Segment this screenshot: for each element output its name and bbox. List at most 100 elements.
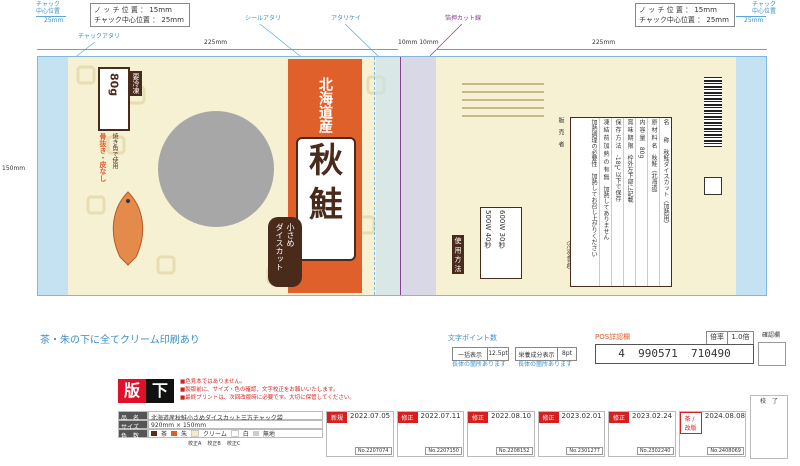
chuck-strip-left — [38, 57, 68, 295]
proof-label: 校正B — [207, 441, 221, 447]
color-swatch — [230, 430, 239, 437]
revision-label: 新規 — [327, 412, 348, 423]
spec-table: 品 名 北海道産秋鮭小さめダイスカット三方チャック袋 サイズ 920mm × 1… — [118, 411, 323, 447]
cook-time-row: 600W 30秒 — [498, 210, 506, 249]
info-table: 名 称 秋鮭ダイスカット（加熱用） 原 材 料 名 秋鮭（北海道） 内 容 量 … — [570, 117, 672, 287]
revision-no: No.2408069 — [707, 447, 744, 455]
revision-label: 修正 — [609, 412, 630, 423]
barcode — [704, 77, 722, 147]
product-name-a: 秋 — [309, 141, 343, 181]
nutrition-pt: 8pt — [562, 350, 572, 357]
sign-box: 校 了 — [750, 395, 788, 459]
revision-row: 新規 2022.07.05 No.2207074 修正 2022.07.11 No.… — [326, 411, 746, 457]
color-swatch — [191, 430, 200, 437]
recycle-mark-icon — [704, 177, 722, 195]
color-name: 朱 — [181, 431, 188, 438]
origin-label: 北海道産 — [317, 77, 333, 133]
cut-style-text: 小さめ ダイスカット — [275, 223, 295, 271]
color-swatch — [151, 431, 157, 436]
proof-label: 校正C — [226, 441, 241, 447]
info-row: 賞 味 期 限 枠外左下部に記載 — [623, 118, 635, 286]
print-note: ■製版前に、サイズ・色の確認、文字校正をお願いいたします。 — [180, 386, 339, 393]
color-name: 白 — [242, 431, 249, 438]
revision-column: 修正 2023.02.24 No.2302240 — [608, 411, 676, 457]
spec-color-label: 色 数 — [118, 429, 148, 440]
dim-225-right: 225mm — [592, 39, 616, 46]
feature-badge: 骨抜き・皮なし — [99, 133, 107, 182]
feature-badge-2: 焼き魚で使用 — [111, 133, 118, 169]
info-row: 凍 結 前 加 熱 の 有 無 加熱してありません — [599, 118, 611, 286]
text-point-box-2: 栄養成分表示 8pt — [515, 347, 577, 361]
spec-name-label: 品 名 — [118, 411, 148, 422]
han-label: 版 — [118, 379, 146, 403]
shita-label: 下 — [146, 379, 174, 403]
print-notes: ■色見本ではありません。 ■製版前に、サイズ・色の確認、文字校正をお願いいたしま… — [180, 379, 355, 403]
color-name: 茶 — [161, 431, 168, 438]
revision-date: 2022.07.11 — [420, 412, 461, 420]
revision-no: No.2301277 — [566, 447, 603, 455]
spec-size-label: サイズ — [118, 420, 148, 431]
cream-note: 茶・朱の下に全てクリーム印刷あり — [40, 335, 200, 346]
han-stamp: 版 下 — [118, 379, 174, 403]
weight-value: 80g — [107, 73, 121, 97]
revision-label: 修正 — [538, 412, 559, 423]
color-list: 茶 朱 クリーム 白 無地 — [148, 429, 323, 438]
side-gusset-left — [376, 57, 400, 295]
revision-column: 新規 2022.07.05 No.2207074 — [326, 411, 394, 457]
revision-no: No.2302240 — [636, 447, 674, 455]
check-box — [758, 342, 786, 366]
text-point-box-1: 一括表示 12.5pt — [452, 347, 509, 361]
product-window — [158, 111, 274, 227]
barcode-digits: 4 990571 710490 — [618, 347, 731, 360]
proof-label: 校正A — [188, 441, 202, 447]
info-row: 保 存 方 法 -18℃以下で保存 — [611, 118, 623, 286]
magnify-box: 倍率 1.0倍 — [706, 331, 754, 345]
leader-lines — [73, 23, 463, 59]
info-row: 原 材 料 名 秋鮭（北海道） — [647, 118, 659, 286]
color-swatch — [252, 431, 259, 436]
dim-line-225-left — [37, 49, 398, 50]
color-name: クリーム — [203, 431, 227, 438]
nutrition-label: 栄養成分表示 — [516, 348, 558, 360]
magnify-label: 倍率 — [707, 332, 728, 344]
chuck-strip-right — [736, 57, 766, 295]
check-note-1: 長体の箇所あります — [452, 361, 507, 368]
check-note-2: 長体の箇所あります — [518, 361, 573, 368]
one-line-pt: 12.5pt — [488, 350, 508, 357]
revision-date: 2023.02.01 — [561, 412, 602, 420]
revision-no: No.2207074 — [354, 447, 392, 455]
magnify-value: 1.0倍 — [731, 333, 750, 341]
revision-label: 修正 — [397, 412, 418, 423]
back-panel: 使 用 方 法 500W 40秒 600W 30秒 （冷凍食品） 名 称 秋鮭ダ… — [436, 57, 766, 295]
product-name-b: 鮭 — [309, 185, 343, 226]
weight-box: 80g — [98, 67, 130, 131]
sign-label: 校 了 — [759, 398, 778, 405]
pos-label: POS詳認欄 — [595, 333, 631, 341]
storage-label: 要冷凍 — [130, 71, 142, 96]
dim-line-225-right — [436, 49, 767, 50]
cook-time-row: 500W 40秒 — [484, 210, 492, 249]
revision-date: 2022.07.05 — [350, 412, 391, 420]
center-seam — [400, 57, 438, 295]
revision-no: No.2208152 — [495, 447, 533, 455]
revision-date: 2024.08.08 — [704, 412, 745, 420]
cook-time-table: 500W 40秒 600W 30秒 — [480, 207, 522, 279]
revision-column: 茶 / 改版 2024.08.08 No.2408069 — [678, 411, 746, 457]
package-dieline: 80g 要冷凍 骨抜き・皮なし 焼き魚で使用 北海道産 秋 鮭 小さめ ダイスカ… — [37, 56, 767, 296]
info-row: 名 称 秋鮭ダイスカット（加熱用） — [659, 118, 671, 286]
maker-label: 販 売 者 — [557, 117, 564, 147]
revision-label: 茶 / 改版 — [679, 412, 702, 434]
one-line-label: 一括表示 — [453, 348, 488, 360]
revision-column: 修正 2022.08.10 No.2208152 — [467, 411, 535, 457]
product-name-box: 秋 鮭 — [296, 137, 356, 261]
barcode-digits-box: 4 990571 710490 — [595, 344, 754, 364]
revision-label: 修正 — [468, 412, 489, 423]
front-panel: 80g 要冷凍 骨抜き・皮なし 焼き魚で使用 北海道産 秋 鮭 小さめ ダイスカ… — [38, 57, 400, 295]
dim-225-left: 225mm — [204, 39, 228, 46]
color-swatch — [171, 431, 178, 436]
dim-150: 150mm — [2, 165, 26, 172]
revision-column: 修正 2022.07.11 No.2207150 — [396, 411, 464, 457]
info-row: 加熱調理の必要性 加熱してお召し上がりください — [590, 119, 597, 257]
print-note: ■色見本ではありません。 — [180, 379, 246, 385]
revision-date: 2022.08.10 — [491, 412, 532, 420]
